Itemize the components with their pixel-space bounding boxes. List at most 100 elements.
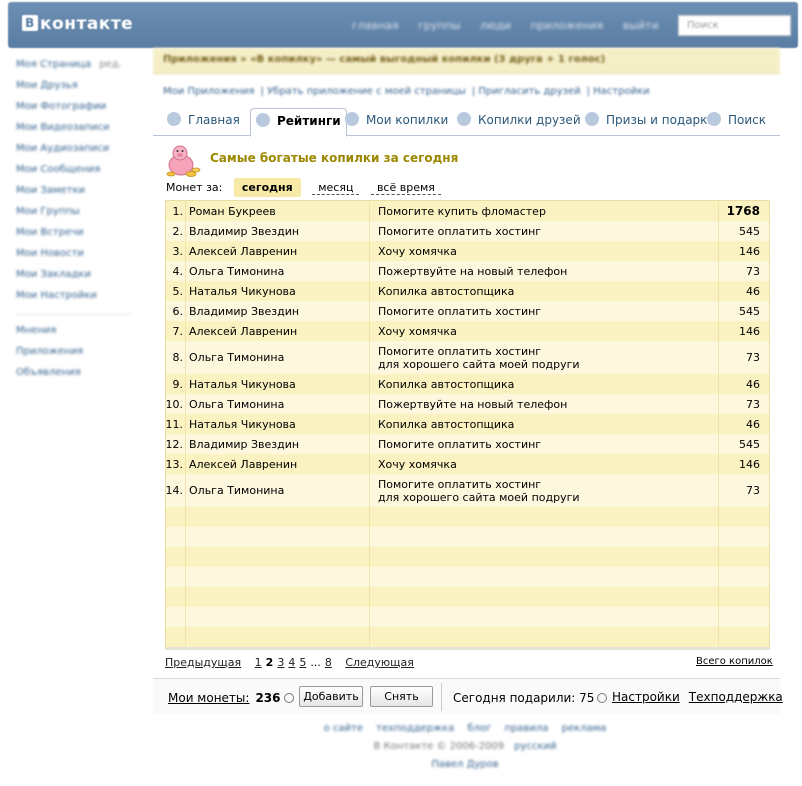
- row-coins: 545: [739, 437, 760, 451]
- sidebar: Моя Страница ред. Мои Друзья Мои Фотограф…: [16, 59, 131, 388]
- row-owner-name[interactable]: Алексей Лавренин: [186, 321, 370, 341]
- footer-language[interactable]: русский: [514, 741, 556, 752]
- top-nav-people[interactable]: люди: [480, 19, 511, 32]
- bottom-bar: Мои монеты: 236 Добавить Снять Сегодня по…: [153, 678, 783, 714]
- table-row: 8. Ольга Тимонина Помогите оплатить хостин…: [166, 341, 769, 374]
- top-nav-apps[interactable]: приложения: [530, 19, 603, 32]
- row-owner-name[interactable]: Наталья Чикунова: [186, 414, 370, 434]
- footer-rules[interactable]: правила: [505, 723, 549, 734]
- row-coins: 545: [739, 224, 760, 238]
- support-link[interactable]: Техподдержка: [689, 690, 783, 704]
- footer-support[interactable]: техподдержка: [376, 723, 454, 734]
- sidebar-item-my-page[interactable]: Моя Страница ред.: [16, 59, 131, 80]
- my-coins: Мои монеты: 236: [168, 691, 294, 705]
- pager-page-5[interactable]: 5: [299, 656, 306, 669]
- row-piggybank-title[interactable]: Помогите купить фломастер: [370, 201, 719, 221]
- pager-page-1[interactable]: 1: [255, 656, 262, 669]
- row-owner-name[interactable]: Ольга Тимонина: [186, 394, 370, 414]
- table-row: 14. Ольга Тимонина Помогите оплатить хости…: [166, 474, 769, 507]
- row-piggybank-title[interactable]: Хочу хомячка: [370, 321, 719, 341]
- row-owner-name[interactable]: Владимир Звездин: [186, 301, 370, 321]
- footer-author[interactable]: Павел Дуров: [431, 759, 498, 770]
- row-owner-name[interactable]: Наталья Чикунова: [186, 281, 370, 301]
- table-row: 13. Алексей Лавренин Хочу хомячка 146: [166, 454, 769, 474]
- pager-page-last[interactable]: 8: [325, 656, 332, 669]
- pager-page-4[interactable]: 4: [288, 656, 295, 669]
- footer-blog[interactable]: блог: [467, 723, 491, 734]
- pager-page-3[interactable]: 3: [277, 656, 284, 669]
- row-owner-name[interactable]: Ольга Тимонина: [186, 261, 370, 281]
- tab-ratings[interactable]: Рейтинги: [250, 108, 347, 137]
- top-nav-home[interactable]: главная: [352, 19, 399, 32]
- row-piggybank-title[interactable]: Пожертвуйте на новый телефон: [370, 261, 719, 281]
- row-piggybank-title[interactable]: Хочу хомячка: [370, 454, 719, 474]
- tab-prizes[interactable]: Призы и подарки: [581, 108, 715, 135]
- subnav-invite[interactable]: Пригласить друзей: [478, 86, 580, 97]
- bar-divider: [441, 683, 442, 711]
- table-row: 4. Ольга Тимонина Пожертвуйте на новый тел…: [166, 261, 769, 281]
- row-owner-name[interactable]: Алексей Лавренин: [186, 454, 370, 474]
- sidebar-item-audio[interactable]: Мои Аудиозаписи: [16, 143, 131, 164]
- row-piggybank-title[interactable]: Помогите оплатить хостинг для хорошего са…: [370, 341, 719, 374]
- row-owner-name[interactable]: Алексей Лавренин: [186, 241, 370, 261]
- my-coins-link[interactable]: Мои монеты:: [168, 691, 249, 705]
- breadcrumb[interactable]: Приложения » «В копилку» — самый выгодны…: [153, 48, 780, 74]
- subnav-my-apps[interactable]: Мои Приложения: [163, 86, 255, 97]
- sidebar-item-bookmarks[interactable]: Мои Закладки: [16, 269, 131, 290]
- row-piggybank-title[interactable]: Копилка автостопщика: [370, 414, 719, 434]
- sidebar-item-friends[interactable]: Мои Друзья: [16, 80, 131, 101]
- row-piggybank-title[interactable]: Копилка автостопщика: [370, 374, 719, 394]
- filter-all-time[interactable]: всё время: [370, 181, 441, 195]
- row-piggybank-title[interactable]: Помогите оплатить хостинг: [370, 221, 719, 241]
- sidebar-item-photos[interactable]: Мои Фотографии: [16, 101, 131, 122]
- filter-month[interactable]: месяц: [312, 181, 360, 195]
- sidebar-item-messages[interactable]: Мои Сообщения: [16, 164, 131, 185]
- row-piggybank-title[interactable]: Помогите оплатить хостинг для хорошего са…: [370, 474, 719, 507]
- row-piggybank-title[interactable]: Помогите оплатить хостинг: [370, 434, 719, 454]
- pager-prev[interactable]: Предыдущая: [165, 656, 241, 669]
- total-piggybanks-link[interactable]: Всего копилок: [696, 656, 773, 667]
- row-piggybank-title[interactable]: Пожертвуйте на новый телефон: [370, 394, 719, 414]
- top-nav-logout[interactable]: выйти: [623, 19, 659, 32]
- empty-table-row: [166, 527, 769, 547]
- row-owner-name[interactable]: Владимир Звездин: [186, 221, 370, 241]
- row-piggybank-title[interactable]: Хочу хомячка: [370, 241, 719, 261]
- sidebar-item-ads[interactable]: Объявления: [16, 367, 131, 388]
- row-rank: 14.: [166, 474, 186, 507]
- logo[interactable]: Вконтакте: [22, 14, 133, 34]
- sidebar-item-events[interactable]: Мои Встречи: [16, 227, 131, 248]
- row-owner-name[interactable]: Роман Букреев: [186, 201, 370, 221]
- sidebar-item-notes[interactable]: Мои Заметки: [16, 185, 131, 206]
- sidebar-item-apps[interactable]: Приложения: [16, 346, 131, 367]
- row-owner-name[interactable]: Ольга Тимонина: [186, 474, 370, 507]
- row-owner-name[interactable]: Ольга Тимонина: [186, 341, 370, 374]
- circle-icon: [345, 112, 359, 126]
- row-piggybank-title[interactable]: Копилка автостопщика: [370, 281, 719, 301]
- row-owner-name[interactable]: Владимир Звездин: [186, 434, 370, 454]
- sidebar-item-groups[interactable]: Мои Группы: [16, 206, 131, 227]
- add-button[interactable]: Добавить: [299, 686, 363, 707]
- sidebar-item-videos[interactable]: Мои Видеозаписи: [16, 122, 131, 143]
- sidebar-item-settings[interactable]: Мои Настройки: [16, 290, 131, 311]
- row-owner-name[interactable]: Наталья Чикунова: [186, 374, 370, 394]
- search-input[interactable]: Поиск: [678, 15, 791, 36]
- tab-bar: Главная Рейтинги Мои копилки Копилки дру…: [153, 108, 780, 137]
- settings-link[interactable]: Настройки: [612, 690, 680, 704]
- footer-about[interactable]: о сайте: [324, 723, 363, 734]
- tab-my-piggybanks[interactable]: Мои копилки: [341, 108, 448, 135]
- filter-today[interactable]: сегодня: [233, 178, 301, 197]
- top-nav-groups[interactable]: группы: [418, 19, 460, 32]
- bar-links: Настройки Техподдержка: [612, 690, 792, 704]
- withdraw-button[interactable]: Снять: [370, 686, 433, 707]
- circle-icon: [256, 113, 270, 127]
- subnav-settings[interactable]: Настройки: [593, 86, 649, 97]
- pager-next[interactable]: Следующая: [345, 656, 414, 669]
- sidebar-item-news[interactable]: Мои Новости: [16, 248, 131, 269]
- tab-friends-piggybanks[interactable]: Копилки друзей: [453, 108, 581, 135]
- tab-main[interactable]: Главная: [163, 108, 240, 135]
- sidebar-item-opinions[interactable]: Мнения: [16, 325, 131, 346]
- subnav-remove-app[interactable]: Убрать приложение с моей страницы: [267, 86, 466, 97]
- footer-ads[interactable]: реклама: [562, 723, 607, 734]
- row-piggybank-title[interactable]: Помогите оплатить хостинг: [370, 301, 719, 321]
- tab-search[interactable]: Поиск: [703, 108, 766, 135]
